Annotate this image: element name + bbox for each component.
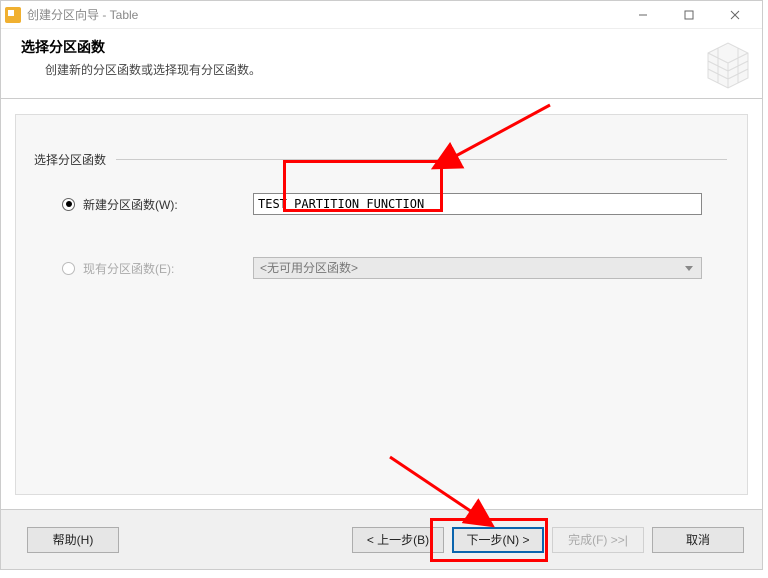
page-title: 选择分区函数 — [21, 37, 750, 57]
fieldset-legend: 选择分区函数 — [34, 151, 106, 168]
new-partition-function-row: 新建分区函数(W): — [62, 193, 702, 215]
fieldset-divider — [116, 159, 727, 160]
existing-partition-function-radio — [62, 262, 75, 275]
existing-partition-function-row: 现有分区函数(E): <无可用分区函数> — [62, 257, 702, 279]
new-partition-function-label: 新建分区函数(W): — [83, 196, 253, 213]
maximize-button[interactable] — [666, 1, 712, 29]
existing-partition-function-label: 现有分区函数(E): — [83, 260, 253, 277]
minimize-button[interactable] — [620, 1, 666, 29]
page-subtitle: 创建新的分区函数或选择现有分区函数。 — [45, 61, 750, 78]
new-partition-function-input[interactable] — [253, 193, 702, 215]
close-button[interactable] — [712, 1, 758, 29]
cancel-button[interactable]: 取消 — [652, 527, 744, 553]
wizard-window: 创建分区向导 - Table 选择分区函数 创建新的分区函数或选择现有分区函数。 — [0, 0, 763, 570]
help-button[interactable]: 帮助(H) — [27, 527, 119, 553]
new-partition-function-radio[interactable] — [62, 198, 75, 211]
wizard-body: 选择分区函数 新建分区函数(W): 现有分区函数(E): <无可用分区函数> — [1, 100, 762, 509]
existing-partition-function-combo: <无可用分区函数> — [253, 257, 702, 279]
content-panel: 选择分区函数 新建分区函数(W): 现有分区函数(E): <无可用分区函数> — [15, 114, 748, 495]
header-cube-graphic — [698, 33, 758, 93]
titlebar: 创建分区向导 - Table — [1, 1, 762, 29]
window-controls — [620, 1, 758, 28]
wizard-header: 选择分区函数 创建新的分区函数或选择现有分区函数。 — [1, 29, 762, 99]
app-icon — [5, 7, 21, 23]
next-button[interactable]: 下一步(N) > — [452, 527, 544, 553]
window-title: 创建分区向导 - Table — [27, 6, 620, 23]
finish-button: 完成(F) >>| — [552, 527, 644, 553]
back-button[interactable]: < 上一步(B) — [352, 527, 444, 553]
wizard-footer: 帮助(H) < 上一步(B) 下一步(N) > 完成(F) >>| 取消 — [1, 509, 762, 569]
